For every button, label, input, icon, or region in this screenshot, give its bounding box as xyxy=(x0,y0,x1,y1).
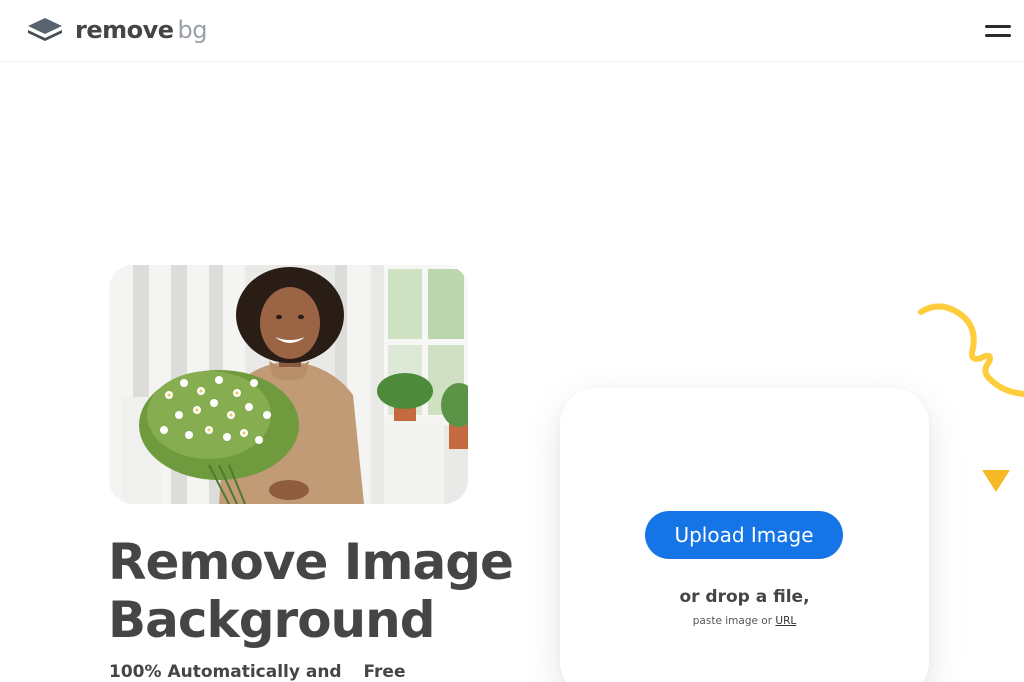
hero-subtitle: 100% Automatically and Free xyxy=(109,659,416,682)
upload-image-button[interactable]: Upload Image xyxy=(645,511,843,559)
logo-text: remove bg xyxy=(75,15,208,45)
drop-file-text: or drop a file, xyxy=(679,587,810,607)
logo-layers-icon xyxy=(28,18,62,41)
logo-link[interactable]: remove bg xyxy=(26,15,208,45)
subtitle-text: 100% Automatically and xyxy=(109,662,342,682)
headline-line-2: Background xyxy=(108,591,436,649)
hero-image xyxy=(109,265,468,504)
headline-line-1: Remove Image xyxy=(108,533,514,591)
upload-card[interactable]: Upload Image or drop a file, paste image… xyxy=(560,388,929,682)
hamburger-menu-icon[interactable] xyxy=(985,22,1011,40)
page-title: Remove Image Background xyxy=(108,533,538,649)
free-badge: Free xyxy=(354,659,416,682)
logo-word-remove: remove xyxy=(75,16,174,44)
url-link[interactable]: URL xyxy=(775,615,796,627)
paste-hint: paste image or URL xyxy=(560,615,929,627)
triangle-decoration xyxy=(982,470,1010,492)
paste-prefix: paste image or xyxy=(692,615,773,627)
hero-photo-illustration xyxy=(109,265,468,504)
badge-text: Free xyxy=(363,662,406,682)
logo-word-bg: bg xyxy=(177,16,208,44)
squiggle-decoration xyxy=(918,303,1024,397)
site-header: remove bg xyxy=(0,0,1024,62)
